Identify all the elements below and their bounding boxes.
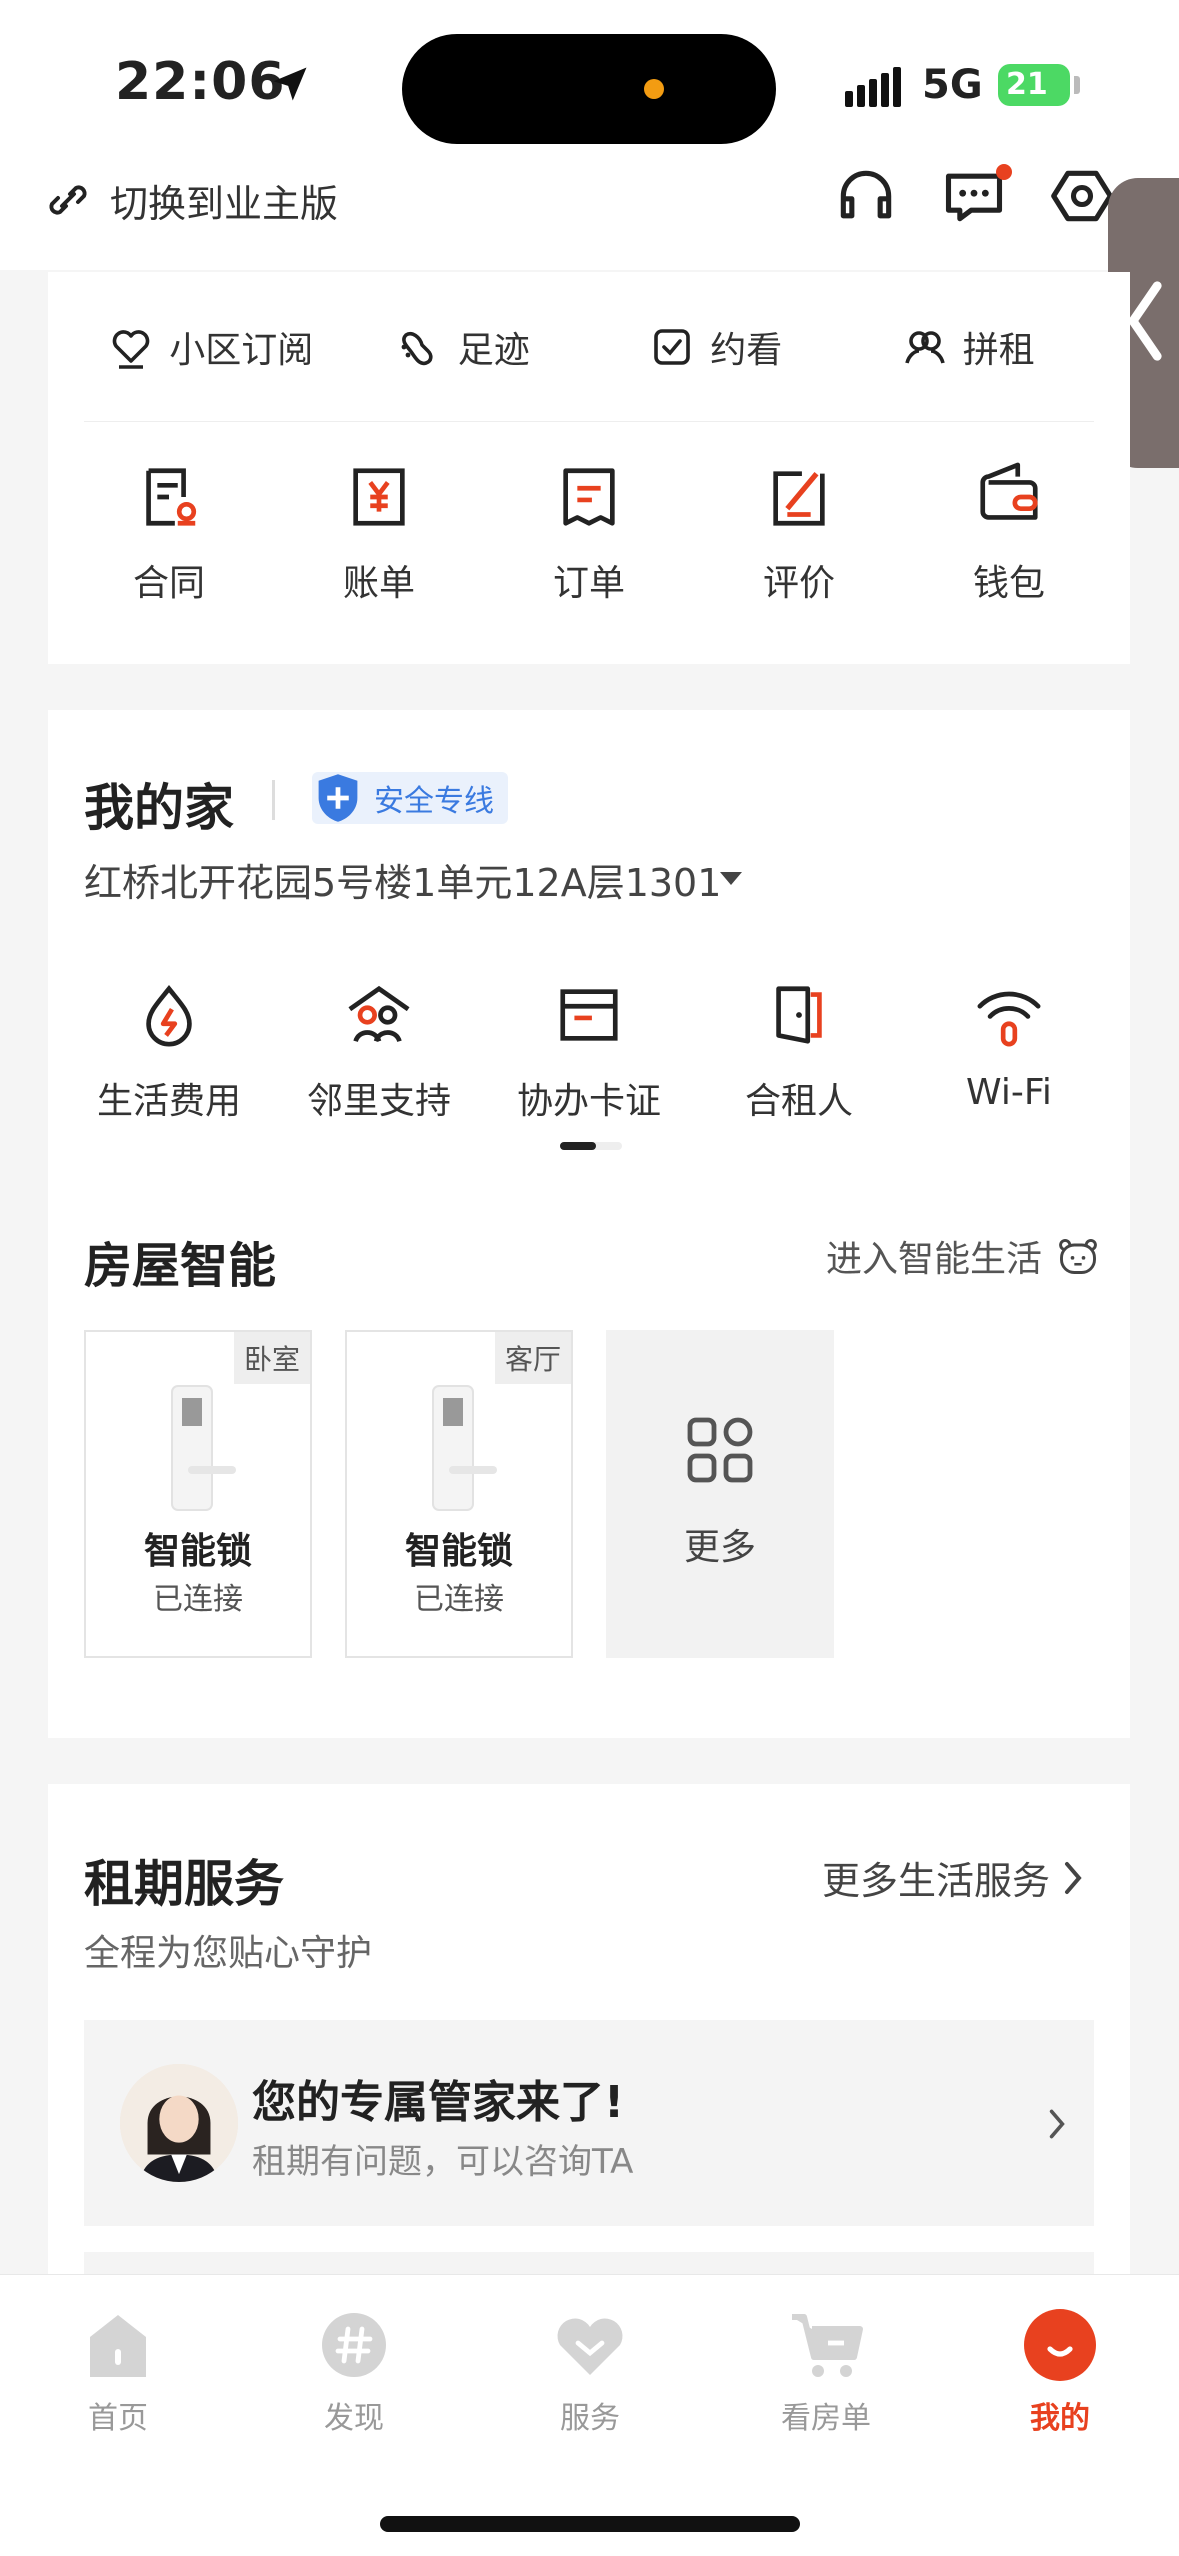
card-icon <box>560 989 618 1041</box>
device-status: 已连接 <box>414 1582 504 1617</box>
shield-plus-icon <box>318 774 358 822</box>
dynamic-island <box>402 34 776 144</box>
more-devices-button[interactable]: 更多 <box>606 1330 834 1658</box>
smart-lock-icon <box>171 1385 236 1511</box>
utility-icon <box>146 985 192 1047</box>
tab-viewing-list[interactable]: 看房单 <box>736 2305 916 2437</box>
lease-services-subtitle: 全程为您贴心守护 <box>84 1933 373 1974</box>
device-card-livingroom-lock[interactable]: 客厅 智能锁 已连接 <box>345 1330 573 1658</box>
heart-icon <box>112 329 150 369</box>
enter-smart-life-link[interactable]: 进入智能生活 <box>826 1230 1100 1282</box>
steward-title: 您的专属管家来了! <box>252 2077 625 2128</box>
quick-access-card: 小区订阅 足迹 约看 拼租 合同 账单 订单 评价 钱包 <box>48 272 1130 664</box>
battery-level: 21 <box>998 64 1070 106</box>
message-unread-dot <box>996 164 1012 180</box>
device-card-bedroom-lock[interactable]: 卧室 智能锁 已连接 <box>84 1330 312 1658</box>
discover-icon <box>322 2313 386 2377</box>
room-tag: 客厅 <box>494 1332 571 1384</box>
my-home-title: 我的家 <box>84 779 234 837</box>
shortcut-row: 小区订阅 足迹 约看 拼租 <box>84 272 1094 422</box>
page-indicator <box>560 1142 622 1150</box>
grid-item-bill[interactable]: 账单 <box>294 462 464 606</box>
status-time: 22:06 <box>115 52 286 112</box>
tab-discover[interactable]: 发现 <box>264 2305 444 2437</box>
steward-banner[interactable]: 您的专属管家来了! 租期有问题，可以咨询TA <box>84 2020 1094 2226</box>
service-utility-fees[interactable]: 生活费用 <box>84 980 254 1124</box>
service-card-assist[interactable]: 协办卡证 <box>504 980 674 1124</box>
switch-owner-button[interactable]: 切换到业主版 <box>44 172 338 228</box>
service-heart-icon <box>557 2318 623 2375</box>
door-icon <box>776 986 822 1044</box>
location-arrow-icon <box>273 67 307 101</box>
footprint-icon <box>401 331 433 365</box>
camera-indicator-dot <box>644 79 664 99</box>
quick-grid: 合同 账单 订单 评价 钱包 <box>84 462 1094 606</box>
switch-icon <box>49 185 87 215</box>
wifi-icon <box>977 991 1041 1047</box>
room-tag: 卧室 <box>233 1332 310 1384</box>
grid-item-contract[interactable]: 合同 <box>84 462 254 606</box>
signal-icon <box>845 67 901 107</box>
network-type: 5G <box>922 62 983 108</box>
battery-tip <box>1074 76 1080 94</box>
switch-label: 切换到业主版 <box>110 181 339 226</box>
bottom-tab-bar: 首页 发现 服务 看房单 我的 <box>0 2274 1179 2556</box>
service-neighbor-support[interactable]: 邻里支持 <box>294 980 464 1124</box>
smart-home-title: 房屋智能 <box>84 1238 277 1294</box>
bill-icon <box>353 468 405 526</box>
neighbor-icon <box>348 985 410 1043</box>
shortcut-viewing[interactable]: 约看 <box>589 272 842 421</box>
home-address[interactable]: 红桥北开花园5号楼1单元12A层1301 <box>84 852 721 907</box>
smart-lock-icon <box>432 1385 497 1511</box>
settings-icon[interactable] <box>1048 162 1116 230</box>
chevron-right-icon <box>1065 1861 1082 1894</box>
steward-subtitle: 租期有问题，可以咨询TA <box>252 2142 634 2182</box>
headset-icon[interactable] <box>832 162 900 230</box>
service-roommate[interactable]: 合租人 <box>714 980 884 1124</box>
cart-icon <box>792 2314 863 2377</box>
shortcut-footprint[interactable]: 足迹 <box>337 272 590 421</box>
device-name: 智能锁 <box>404 1531 513 1572</box>
shortcut-shared-rent[interactable]: 拼租 <box>842 272 1095 421</box>
home-services-grid: 生活费用 邻里支持 协办卡证 合租人 Wi-Fi <box>84 980 1094 1124</box>
shortcut-subscribe[interactable]: 小区订阅 <box>84 272 337 421</box>
address-dropdown-icon[interactable] <box>720 872 742 885</box>
tab-service[interactable]: 服务 <box>500 2305 680 2437</box>
grid-item-order[interactable]: 订单 <box>504 462 674 606</box>
grid-icon <box>687 1417 753 1483</box>
steward-avatar <box>120 2064 238 2182</box>
page-indicator-active <box>560 1142 596 1150</box>
lease-services-card: 租期服务 更多生活服务 全程为您贴心守护 您的专属管家来了! 租期有问题，可以咨… <box>48 1784 1130 2284</box>
more-life-services-link[interactable]: 更多生活服务 <box>822 1850 1088 1905</box>
grid-item-wallet[interactable]: 钱包 <box>924 462 1094 606</box>
people-icon <box>904 330 945 364</box>
review-icon <box>773 471 825 526</box>
wallet-icon <box>980 462 1038 520</box>
device-status: 已连接 <box>153 1582 243 1617</box>
title-divider <box>272 780 275 820</box>
contract-icon <box>146 468 197 526</box>
bear-face-icon <box>1059 1238 1097 1274</box>
grid-item-review[interactable]: 评价 <box>714 462 884 606</box>
order-icon <box>563 468 615 526</box>
status-bar: 22:06 5G 21 <box>0 0 1179 160</box>
chevron-right-icon <box>1049 2109 1065 2139</box>
safety-hotline-badge[interactable]: 安全专线 <box>312 772 508 824</box>
home-icon <box>90 2315 146 2377</box>
steward-portrait-icon <box>120 2064 238 2182</box>
home-indicator[interactable] <box>380 2516 800 2532</box>
checkbox-icon <box>654 328 691 365</box>
tab-me[interactable]: 我的 <box>970 2305 1150 2437</box>
me-icon <box>1024 2309 1096 2381</box>
tab-home[interactable]: 首页 <box>28 2305 208 2437</box>
device-name: 智能锁 <box>143 1531 252 1572</box>
lease-services-title: 租期服务 <box>84 1855 284 1913</box>
service-wifi[interactable]: Wi-Fi <box>924 980 1094 1124</box>
my-home-card: 我的家 安全专线 红桥北开花园5号楼1单元12A层1301 生活费用 邻里支持 … <box>48 710 1130 1738</box>
